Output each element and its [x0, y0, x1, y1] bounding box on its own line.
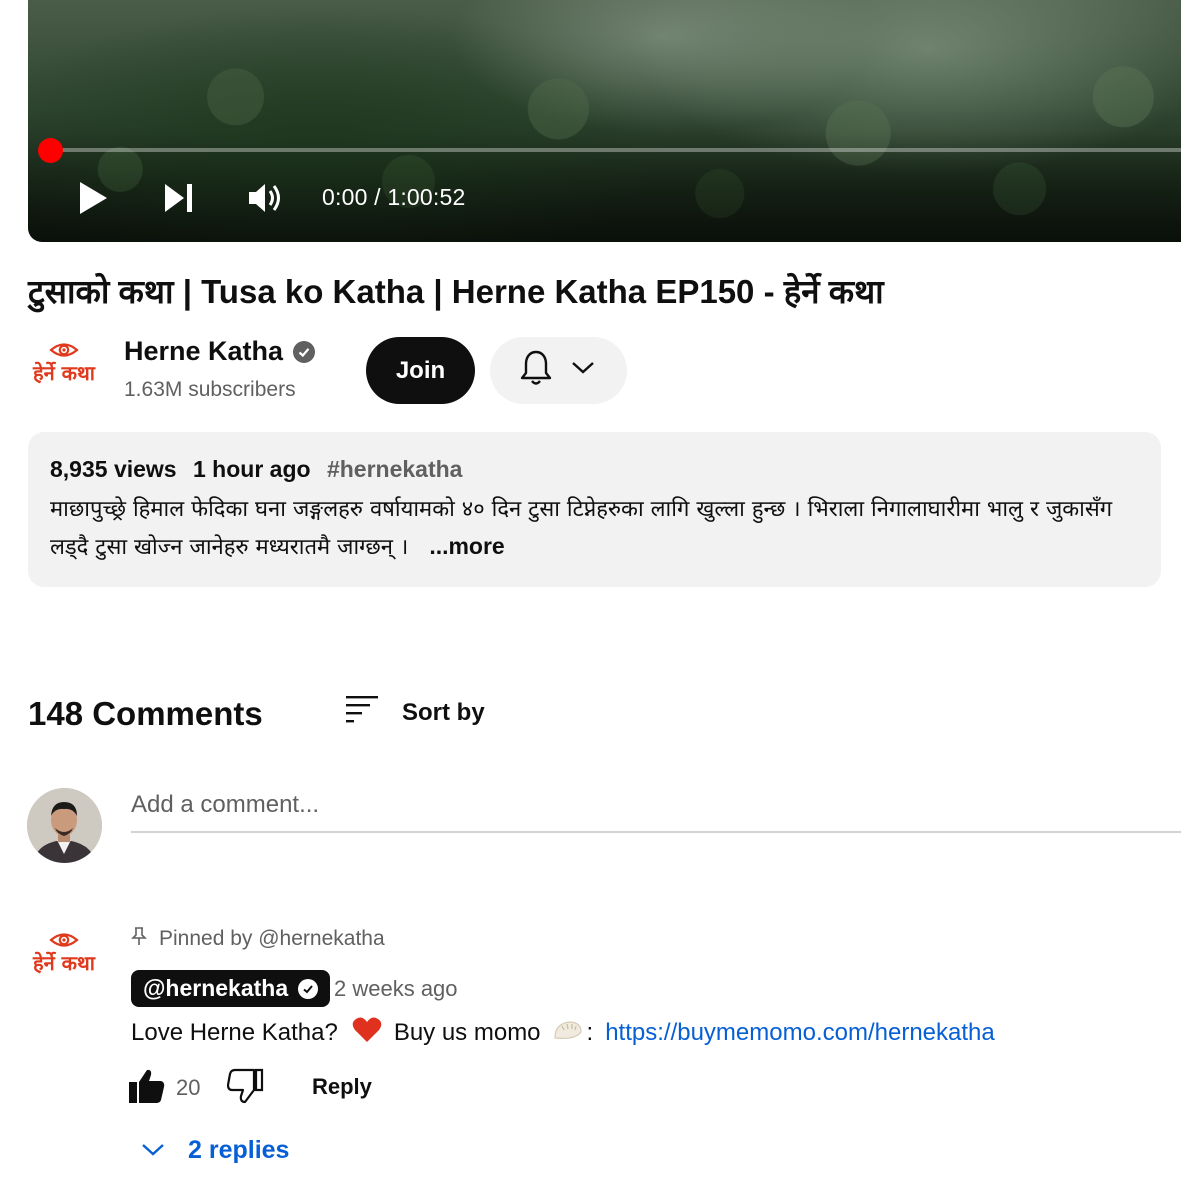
comment-text-part: Love Herne Katha? — [131, 1019, 338, 1046]
play-button[interactable] — [73, 178, 113, 218]
chevron-down-icon — [140, 1136, 166, 1165]
comment-timestamp[interactable]: 2 weeks ago — [334, 976, 458, 1002]
user-avatar[interactable] — [27, 788, 102, 863]
commenter-logo[interactable]: हेर्ने कथा — [26, 930, 102, 986]
comment-text-part: : — [586, 1019, 594, 1046]
replies-label: 2 replies — [188, 1136, 290, 1164]
view-replies-button[interactable]: 2 replies — [140, 1136, 289, 1165]
next-button[interactable] — [159, 178, 199, 218]
pinned-label: Pinned by @hernekatha — [131, 926, 385, 952]
pin-icon — [131, 926, 147, 952]
eye-icon — [49, 342, 79, 363]
sort-icon — [344, 694, 380, 731]
view-count: 8,935 views — [50, 456, 177, 482]
upload-age: 1 hour ago — [193, 456, 311, 482]
volume-button[interactable] — [246, 178, 286, 218]
channel-name-text: Herne Katha — [124, 336, 284, 366]
video-title: टुसाको कथा | Tusa ko Katha | Herne Katha… — [28, 273, 884, 310]
volume-icon — [247, 180, 285, 216]
comment-text: Love Herne Katha? Buy us momo : https://… — [131, 1016, 995, 1050]
verified-icon — [298, 978, 319, 999]
pinned-text: Pinned by @hernekatha — [159, 927, 385, 950]
hashtag-link[interactable]: #hernekatha — [327, 456, 463, 482]
like-count: 20 — [176, 1075, 201, 1100]
play-icon — [77, 180, 109, 216]
description-body: माछापुच्छ्रे हिमाल फेदिका घना जङ्गलहरु व… — [50, 497, 1113, 560]
thumbs-down-icon — [226, 1068, 265, 1108]
bell-icon — [519, 349, 553, 392]
channel-logo[interactable]: हेर्ने कथा — [26, 340, 102, 396]
dislike-button[interactable] — [226, 1068, 265, 1110]
thumbs-up-icon — [128, 1069, 166, 1108]
more-button[interactable]: ...more — [429, 533, 504, 559]
skip-next-icon — [162, 181, 196, 215]
momo-link[interactable]: https://buymemomo.com/hernekatha — [605, 1019, 995, 1047]
comment-input[interactable] — [131, 787, 1181, 833]
channel-name[interactable]: Herne Katha — [124, 336, 316, 367]
notification-button[interactable] — [490, 337, 627, 404]
comments-count: 148 Comments — [28, 695, 263, 732]
heart-emoji — [352, 1016, 382, 1050]
progress-bar[interactable] — [50, 148, 1181, 152]
time-display: 0:00 / 1:00:52 — [322, 184, 466, 210]
description-box[interactable]: 8,935 views 1 hour ago #hernekatha माछाप… — [28, 432, 1161, 587]
subscriber-count: 1.63M subscribers — [124, 378, 296, 401]
comment-text-part: Buy us momo — [393, 1019, 541, 1046]
sort-by-button[interactable]: Sort by — [344, 694, 485, 731]
like-button[interactable] — [128, 1068, 166, 1110]
description-meta: 8,935 views 1 hour ago #hernekatha — [50, 456, 1139, 483]
logo-text: हेर्ने कथा — [32, 951, 95, 975]
description-text: माछापुच्छ्रे हिमाल फेदिका घना जङ्गलहरु व… — [50, 491, 1139, 566]
chevron-down-icon — [570, 360, 596, 381]
video-player[interactable]: 0:00 / 1:00:52 — [28, 0, 1181, 242]
comment-author[interactable]: @hernekatha — [131, 970, 331, 1007]
eye-icon — [49, 932, 79, 953]
verified-icon — [293, 340, 316, 363]
progress-scrubber[interactable] — [38, 138, 63, 163]
logo-text: हेर्ने कथा — [32, 361, 95, 385]
reply-button[interactable]: Reply — [312, 1074, 372, 1100]
join-button[interactable]: Join — [366, 337, 475, 404]
momo-emoji — [553, 1018, 583, 1049]
comment-author-name: @hernekatha — [143, 975, 289, 1001]
sort-by-label: Sort by — [402, 698, 485, 726]
